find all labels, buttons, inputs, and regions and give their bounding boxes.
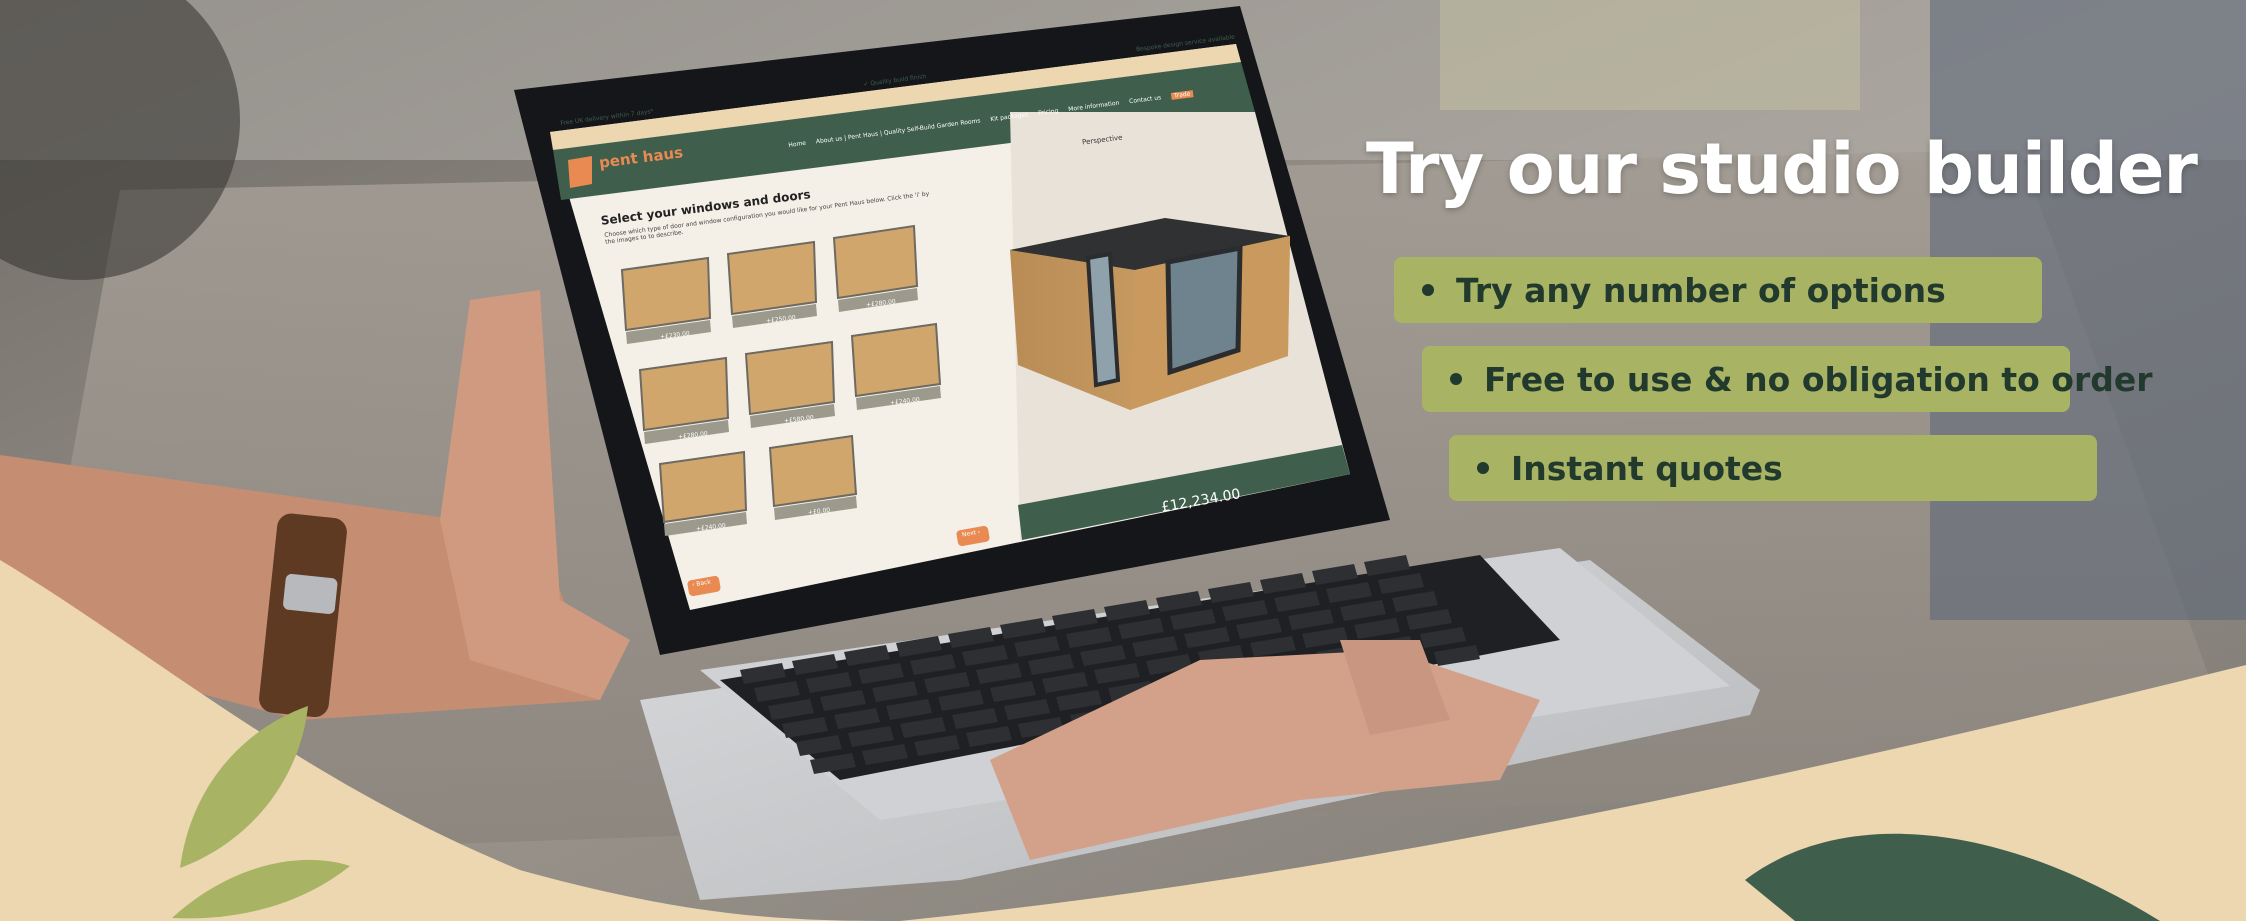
feature-pill: Instant quotes bbox=[1449, 435, 2097, 501]
feature-text: Free to use & no obligation to order bbox=[1484, 359, 2153, 399]
bullet-dot bbox=[1450, 373, 1462, 385]
bullet-dot bbox=[1422, 284, 1434, 296]
feature-pill: Free to use & no obligation to order bbox=[1422, 346, 2153, 412]
feature-text: Instant quotes bbox=[1511, 448, 1783, 488]
feature-text: Try any number of options bbox=[1456, 270, 1946, 310]
feature-pill: Try any number of options bbox=[1394, 257, 2042, 323]
headline: Try our studio builder bbox=[1366, 128, 2198, 210]
bullet-dot bbox=[1477, 462, 1489, 474]
